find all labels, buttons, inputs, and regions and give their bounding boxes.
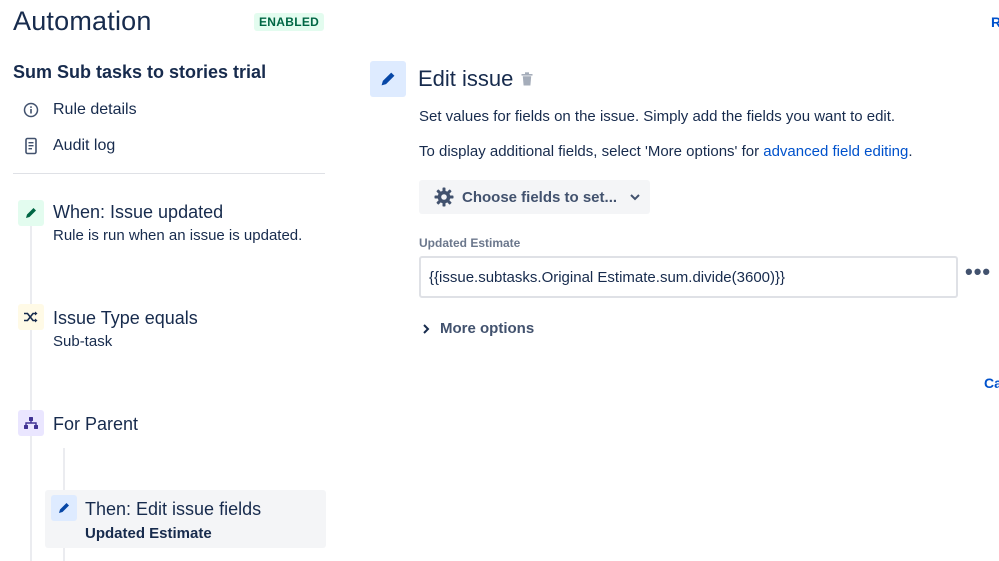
more-options-toggle[interactable]: More options: [422, 320, 534, 337]
shuffle-icon: [18, 304, 44, 330]
step-subtitle: Sub-task: [53, 333, 113, 350]
chevron-down-icon: [629, 193, 641, 201]
truncated-header-link[interactable]: R: [991, 14, 999, 30]
hierarchy-icon: [18, 410, 44, 436]
step-title: Issue Type equals: [53, 308, 198, 328]
sidebar-divider: [13, 173, 325, 174]
additional-info-text: To display additional fields, select 'Mo…: [419, 143, 764, 160]
sidebar-item-label: Audit log: [53, 137, 116, 154]
choose-fields-label: Choose fields to set...: [462, 188, 618, 206]
flow-connector-line: [30, 224, 32, 561]
rule-step-branch[interactable]: For Parent: [0, 408, 330, 442]
panel-title: Edit issue: [418, 66, 514, 91]
rule-step-action-selected[interactable]: Then: Edit issue fields Updated Estimate: [45, 490, 326, 548]
sidebar-item-label: Rule details: [53, 101, 137, 118]
pencil-icon: [51, 495, 77, 521]
panel-description: Set values for fields on the issue. Simp…: [419, 108, 896, 125]
pencil-icon: [370, 61, 406, 97]
step-subtitle: Updated Estimate: [85, 525, 212, 542]
rule-name: Sum Sub tasks to stories trial: [13, 62, 267, 82]
document-icon: [22, 137, 40, 155]
truncated-cancel-link[interactable]: Ca: [984, 375, 999, 391]
choose-fields-button[interactable]: Choose fields to set...: [419, 180, 650, 214]
more-options-label: More options: [440, 320, 535, 337]
panel-additional-info: To display additional fields, select 'Mo…: [419, 143, 913, 160]
info-icon: [22, 101, 40, 119]
trash-icon[interactable]: [519, 71, 535, 87]
gear-icon: [433, 186, 455, 208]
sidebar-item-rule-details[interactable]: Rule details: [22, 101, 137, 119]
step-title: Then: Edit issue fields: [85, 499, 262, 519]
status-badge: ENABLED: [254, 13, 325, 31]
page-title: Automation: [13, 6, 152, 36]
more-actions-icon[interactable]: •••: [965, 261, 991, 283]
advanced-field-editing-link[interactable]: advanced field editing: [763, 143, 908, 160]
step-title: For Parent: [53, 414, 139, 434]
updated-estimate-input[interactable]: [419, 256, 958, 298]
step-subtitle: Rule is run when an issue is updated.: [53, 227, 303, 244]
rule-step-trigger[interactable]: When: Issue updated Rule is run when an …: [0, 196, 330, 252]
pencil-icon: [18, 200, 44, 226]
step-title: When: Issue updated: [53, 202, 224, 222]
field-label: Updated Estimate: [419, 236, 521, 250]
sidebar-item-audit-log[interactable]: Audit log: [22, 137, 115, 155]
chevron-right-icon: [422, 323, 436, 335]
rule-step-condition[interactable]: Issue Type equals Sub-task: [0, 302, 330, 354]
additional-info-suffix: .: [908, 143, 913, 160]
